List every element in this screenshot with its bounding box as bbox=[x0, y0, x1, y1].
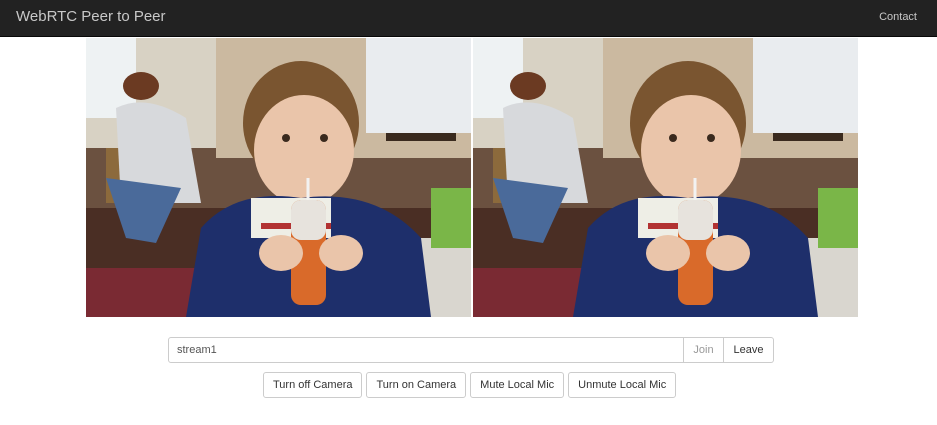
stream-controls: Join Leave bbox=[168, 337, 774, 363]
local-video[interactable] bbox=[86, 38, 471, 317]
media-controls: Turn off Camera Turn on Camera Mute Loca… bbox=[263, 372, 677, 398]
nav-contact-link[interactable]: Contact bbox=[879, 11, 917, 23]
video-frame-icon bbox=[86, 38, 471, 317]
remote-video[interactable] bbox=[473, 38, 858, 317]
navbar: WebRTC Peer to Peer Contact bbox=[0, 0, 937, 37]
join-button[interactable]: Join bbox=[684, 337, 724, 363]
leave-button[interactable]: Leave bbox=[724, 337, 774, 363]
turn-on-camera-button[interactable]: Turn on Camera bbox=[366, 372, 467, 398]
stream-name-input[interactable] bbox=[168, 337, 684, 363]
navbar-brand[interactable]: WebRTC Peer to Peer bbox=[16, 8, 166, 25]
mute-mic-button[interactable]: Mute Local Mic bbox=[470, 372, 565, 398]
turn-off-camera-button[interactable]: Turn off Camera bbox=[263, 372, 363, 398]
video-frame-icon bbox=[473, 38, 858, 317]
unmute-mic-button[interactable]: Unmute Local Mic bbox=[568, 372, 677, 398]
